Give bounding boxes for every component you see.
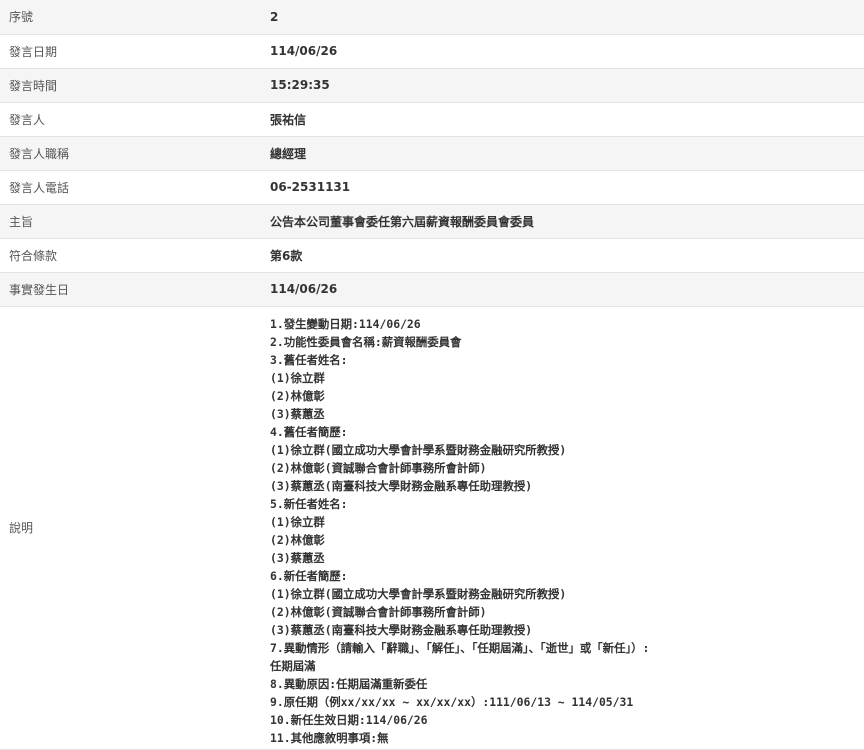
occurrence-date-value: 114/06/26 [270, 282, 338, 296]
row-serial-number: 序號 2 [0, 0, 864, 34]
description-line: 1.發生變動日期:114/06/26 [270, 316, 421, 331]
spokesperson-value: 張祐信 [270, 112, 307, 127]
description-line: (1)徐立群 [270, 370, 325, 385]
description-line: (3)蔡蕙丞(南臺科技大學財務金融系專任助理教授) [270, 622, 533, 637]
serial-number-label: 序號 [9, 10, 34, 25]
subject-value: 公告本公司董事會委任第六屆薪資報酬委員會委員 [270, 214, 535, 229]
description-line: 3.舊任者姓名: [270, 352, 348, 367]
occurrence-date-label: 事實發生日 [9, 282, 70, 297]
serial-number-value: 2 [270, 9, 279, 24]
row-description: 說明 1.發生變動日期:114/06/26 2.功能性委員會名稱:薪資報酬委員會… [0, 306, 864, 749]
spokesperson-label: 發言人 [9, 112, 46, 127]
description-line: (3)蔡蕙丞(南臺科技大學財務金融系專任助理教授) [270, 478, 533, 493]
spokesperson-title-label: 發言人職稱 [9, 146, 70, 161]
statement-time-value: 15:29:35 [270, 78, 330, 92]
description-line: 9.原任期（例xx/xx/xx ~ xx/xx/xx）:111/06/13 ~ … [270, 694, 634, 709]
row-subject: 主旨 公告本公司董事會委任第六屆薪資報酬委員會委員 [0, 204, 864, 238]
description-line: (1)徐立群(國立成功大學會計學系暨財務金融研究所教授) [270, 586, 567, 601]
description-label: 說明 [9, 521, 34, 535]
spokesperson-phone-value: 06-2531131 [270, 180, 351, 194]
description-line: (1)徐立群 [270, 514, 325, 529]
description-line: 2.功能性委員會名稱:薪資報酬委員會 [270, 334, 462, 349]
description-line: (2)林億彰(資誠聯合會計師事務所會計師) [270, 460, 487, 475]
description-value: 1.發生變動日期:114/06/26 2.功能性委員會名稱:薪資報酬委員會 3.… [257, 306, 864, 749]
statement-date-label: 發言日期 [9, 44, 58, 59]
description-line: 7.異動情形（請輸入「辭職」、「解任」、「任期屆滿」、「逝世」或「新任」）: [270, 640, 650, 655]
description-line: 10.新任生效日期:114/06/26 [270, 712, 428, 727]
description-line: (3)蔡蕙丞 [270, 406, 325, 421]
description-line: 8.異動原因:任期屆滿重新委任 [270, 676, 428, 691]
description-line: 11.其他應敘明事項:無 [270, 730, 389, 745]
description-line: (1)徐立群(國立成功大學會計學系暨財務金融研究所教授) [270, 442, 567, 457]
applicable-clause-label: 符合條款 [9, 248, 58, 263]
subject-label: 主旨 [9, 214, 34, 229]
row-applicable-clause: 符合條款 第6款 [0, 238, 864, 272]
description-line: (2)林億彰 [270, 388, 325, 403]
spokesperson-title-value: 總經理 [270, 146, 307, 161]
announcement-detail-table: 序號 2 發言日期 114/06/26 發言時間 15:29:35 發言人 張祐… [0, 0, 864, 750]
row-statement-time: 發言時間 15:29:35 [0, 68, 864, 102]
row-statement-date: 發言日期 114/06/26 [0, 34, 864, 68]
spokesperson-phone-label: 發言人電話 [9, 180, 70, 195]
applicable-clause-value: 第6款 [270, 248, 303, 263]
description-line: 5.新任者姓名: [270, 496, 348, 511]
description-line: (3)蔡蕙丞 [270, 550, 325, 565]
description-line: 任期屆滿 [270, 658, 316, 673]
row-spokesperson-phone: 發言人電話 06-2531131 [0, 170, 864, 204]
row-spokesperson-title: 發言人職稱 總經理 [0, 136, 864, 170]
row-spokesperson: 發言人 張祐信 [0, 102, 864, 136]
description-line: (2)林億彰 [270, 532, 325, 547]
statement-date-value: 114/06/26 [270, 44, 338, 58]
description-line: 4.舊任者簡歷: [270, 424, 348, 439]
statement-time-label: 發言時間 [9, 78, 58, 93]
description-line: (2)林億彰(資誠聯合會計師事務所會計師) [270, 604, 487, 619]
description-line: 6.新任者簡歷: [270, 568, 348, 583]
row-occurrence-date: 事實發生日 114/06/26 [0, 272, 864, 306]
